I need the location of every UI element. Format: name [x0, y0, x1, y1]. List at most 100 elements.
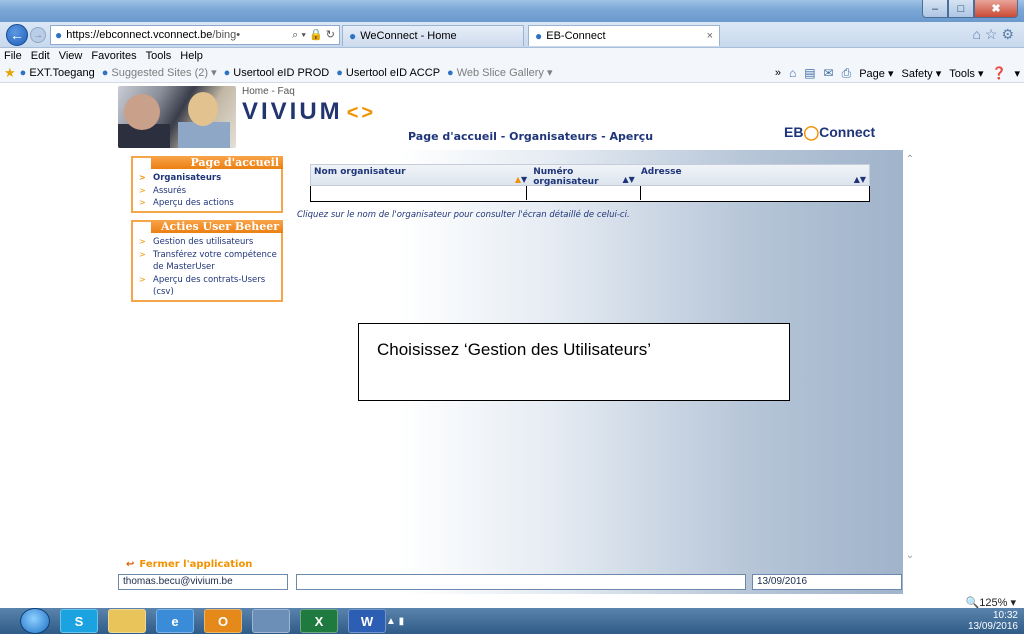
table-hint: Cliquez sur le nom de l'organisateur pou… [297, 210, 630, 220]
nav-item-organisateurs[interactable]: Organisateurs [137, 172, 279, 185]
column-header-adresse[interactable]: Adresse ▲▼ [638, 165, 869, 185]
menu-edit[interactable]: Edit [31, 50, 50, 62]
outlook-taskbar-icon[interactable]: O [204, 609, 242, 633]
status-field [296, 574, 746, 590]
skype-taskbar-icon[interactable]: S [60, 609, 98, 633]
address-bar-icons[interactable]: ⌕ ▾ 🔒 ↻ [292, 28, 335, 42]
nav-item-gestion-utilisateurs[interactable]: Gestion des utilisateurs [137, 236, 279, 249]
ie-icon: ● [55, 28, 63, 42]
ie-icon: ● [19, 66, 27, 79]
table-cell [641, 186, 869, 200]
table-cell [527, 186, 642, 200]
menu-file[interactable]: File [4, 50, 22, 62]
ie-icon: ● [223, 66, 231, 79]
favorite-web-slice-gallery[interactable]: ● Web Slice Gallery ▾ [447, 66, 552, 80]
window-controls: – □ ✖ [922, 0, 1018, 18]
menu-tools[interactable]: Tools [146, 50, 172, 62]
ie-icon: ● [349, 29, 357, 43]
maximize-button[interactable]: □ [948, 0, 974, 18]
favorite-usertool-accp[interactable]: ● Usertool eID ACCP [336, 67, 440, 79]
nav-panel-title: Page d'accueil [151, 156, 283, 169]
nav-panel-home: Page d'accueil Organisateurs Assurés Ape… [131, 156, 283, 213]
nav-panel-user-beheer: Acties User Beheer Gestion des utilisate… [131, 220, 283, 302]
sort-arrows-icon[interactable]: ▲▼ [515, 175, 527, 184]
page-menu[interactable]: Page ▾ [859, 67, 893, 80]
tab-label: EB-Connect [546, 30, 606, 42]
page-title: Page d'accueil - Organisateurs - Aperçu [408, 130, 654, 143]
top-nav-links[interactable]: Home - Faq [242, 86, 295, 97]
nav-item-assures[interactable]: Assurés [137, 185, 279, 198]
nav-item-transferez-competence[interactable]: Transférez votre compétence de MasterUse… [137, 249, 279, 274]
web-page: ⌃ ⌄ Home - Faq VIVIUM <> Page d'accueil -… [0, 84, 1024, 594]
window-titlebar: – □ ✖ [0, 0, 1024, 22]
taskbar: S e O X W ▲ ▮ 10:32 13/09/2016 [0, 608, 1024, 634]
nav-item-apercu-actions[interactable]: Aperçu des actions [137, 197, 279, 210]
tools-menu[interactable]: Tools ▾ [949, 67, 983, 80]
page-scrollbar[interactable]: ⌃ ⌄ [903, 154, 917, 564]
safety-menu[interactable]: Safety ▾ [901, 67, 941, 80]
back-button[interactable]: ← [6, 24, 28, 46]
date-field: 13/09/2016 [752, 574, 902, 590]
scroll-up-icon[interactable]: ⌃ [903, 154, 917, 165]
print-icon[interactable]: ⎙ [842, 66, 852, 81]
instruction-callout: Choisissez ‘Gestion des Utilisateurs’ [358, 323, 790, 401]
home-favorites-settings-icons[interactable]: ⌂☆⚙ [972, 26, 1018, 43]
word-taskbar-icon[interactable]: W [348, 609, 386, 633]
network-taskbar-icon[interactable] [252, 609, 290, 633]
column-header-numero[interactable]: Numéro organisateur ▲▼ [530, 165, 638, 187]
menu-bar: File Edit View Favorites Tools Help [0, 48, 1024, 63]
command-bar: » ⌂ ▤ ✉ ⎙ Page ▾ Safety ▾ Tools ▾ ❓ ▾ [775, 63, 1020, 83]
sort-arrows-icon[interactable]: ▲▼ [854, 175, 866, 184]
system-clock[interactable]: 10:32 13/09/2016 [968, 610, 1018, 632]
help-icon[interactable]: ❓ [992, 66, 1007, 80]
mail-icon[interactable]: ✉ [824, 66, 834, 80]
ie-icon: ● [447, 66, 454, 79]
header-photo [118, 86, 236, 148]
ie-icon: ● [535, 29, 543, 43]
table-row[interactable] [310, 186, 870, 202]
favorite-suggested-sites[interactable]: ● Suggested Sites (2) ▾ [101, 66, 217, 80]
address-row: ← → ● https://ebconnect.vconnect.be /bin… [0, 22, 1024, 48]
minimize-button[interactable]: – [922, 0, 948, 18]
sort-arrows-icon[interactable]: ▲▼ [623, 175, 635, 184]
ebconnect-logo: EB◯Connect [784, 124, 876, 140]
home-icon[interactable]: ⌂ [789, 66, 796, 80]
explorer-taskbar-icon[interactable] [108, 609, 146, 633]
scroll-down-icon[interactable]: ⌄ [903, 550, 917, 561]
favorites-star-icon[interactable]: ★ [4, 65, 16, 81]
favorite-ext-toegang[interactable]: ● EXT.Toegang [20, 67, 95, 79]
table-cell [311, 186, 528, 200]
excel-taskbar-icon[interactable]: X [300, 609, 338, 633]
tray-icons[interactable]: ▲ ▮ [386, 616, 404, 627]
table-header: Nom organisateur ▲▼ Numéro organisateur … [310, 164, 870, 187]
tab-ebconnect[interactable]: ● EB-Connect × [528, 25, 720, 46]
ie-taskbar-icon[interactable]: e [156, 609, 194, 633]
feeds-icon[interactable]: ▤ [804, 66, 815, 80]
tab-close-icon[interactable]: × [707, 30, 713, 42]
column-header-nom[interactable]: Nom organisateur ▲▼ [311, 165, 530, 185]
vivium-logo: VIVIUM <> [242, 98, 377, 125]
address-bar[interactable]: ● https://ebconnect.vconnect.be /bing• ⌕… [50, 25, 340, 45]
nav-item-apercu-contrats[interactable]: Aperçu des contrats-Users (csv) [137, 274, 279, 299]
ring-icon: ◯ [803, 124, 820, 140]
overflow-chevron-icon[interactable]: » [775, 67, 781, 79]
logout-link[interactable]: ↩ Fermer l'application [126, 559, 252, 570]
nav-panel-title: Acties User Beheer [151, 220, 283, 233]
url-domain: https://ebconnect.vconnect.be [66, 29, 213, 41]
forward-button[interactable]: → [30, 27, 46, 43]
menu-help[interactable]: Help [180, 50, 203, 62]
organisateurs-table: Nom organisateur ▲▼ Numéro organisateur … [310, 164, 870, 202]
help-menu-arrow[interactable]: ▾ [1014, 67, 1020, 80]
tab-weconnect[interactable]: ● WeConnect - Home [342, 25, 524, 46]
tab-label: WeConnect - Home [360, 30, 457, 42]
menu-view[interactable]: View [59, 50, 83, 62]
ie-icon: ● [336, 66, 343, 79]
favorite-usertool-prod[interactable]: ● Usertool eID PROD [224, 67, 330, 79]
start-button[interactable] [20, 608, 50, 634]
close-button[interactable]: ✖ [974, 0, 1018, 18]
ie-icon: ● [101, 66, 109, 79]
menu-favorites[interactable]: Favorites [91, 50, 136, 62]
user-email-field: thomas.becu@vivium.be [118, 574, 288, 590]
url-path: /bing• [212, 29, 241, 41]
exit-icon: ↩ [126, 559, 135, 570]
